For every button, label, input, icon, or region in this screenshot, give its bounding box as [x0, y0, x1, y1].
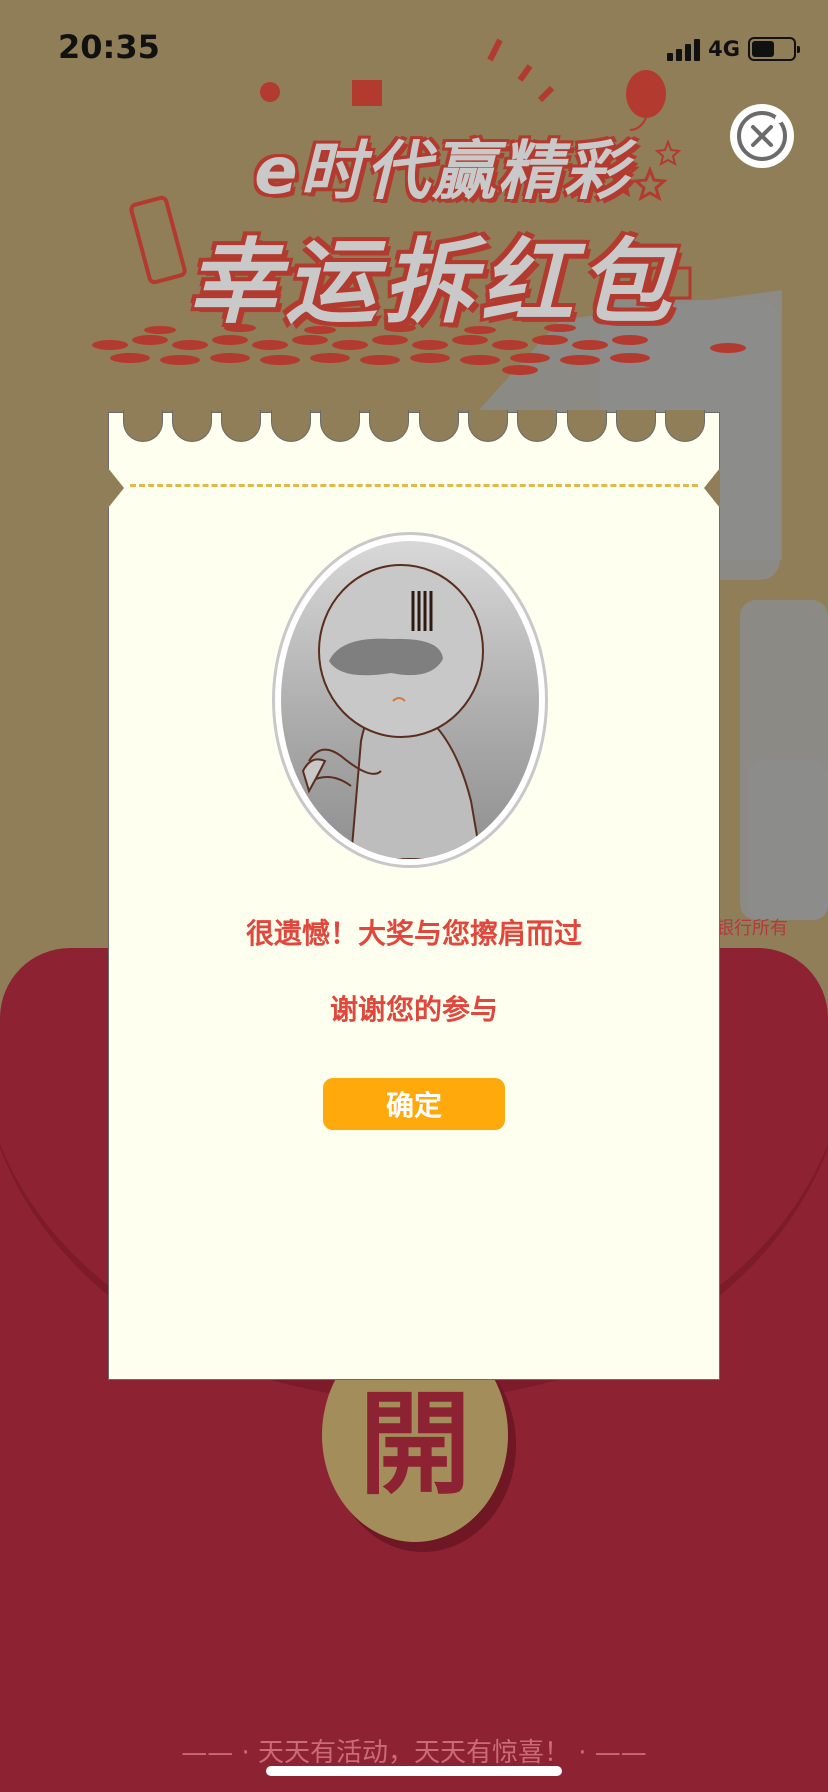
banner-title-line1: e时代赢精彩: [254, 135, 630, 209]
thanks-message: 谢谢您的参与: [329, 993, 498, 1026]
result-message: 很遗憾！大奖与您擦肩而过: [245, 917, 582, 950]
close-circle-icon: [737, 111, 787, 161]
status-time: 20:35: [58, 28, 160, 66]
illustration-frame: [281, 541, 539, 859]
home-indicator: [266, 1766, 562, 1776]
network-type: 4G: [708, 37, 740, 61]
status-icons: 4G: [667, 36, 800, 62]
footer-slogan: —— · 天天有活动，天天有惊喜！ · ——: [181, 1738, 647, 1768]
battery-icon: [748, 37, 800, 61]
ticket-scallop-edge: [108, 410, 720, 448]
sad-character-illustration: [272, 532, 548, 868]
banner-title-line2: 幸运拆红包: [186, 229, 677, 336]
battery-fill: [752, 41, 774, 57]
confirm-button[interactable]: 确定: [323, 1078, 505, 1130]
signal-icon: [667, 37, 701, 61]
ticket-tear-line: [130, 484, 698, 487]
close-button[interactable]: [730, 104, 794, 168]
sad-character-icon: [301, 564, 484, 859]
activity-banner: e时代赢精彩 幸运拆红包: [82, 40, 722, 370]
